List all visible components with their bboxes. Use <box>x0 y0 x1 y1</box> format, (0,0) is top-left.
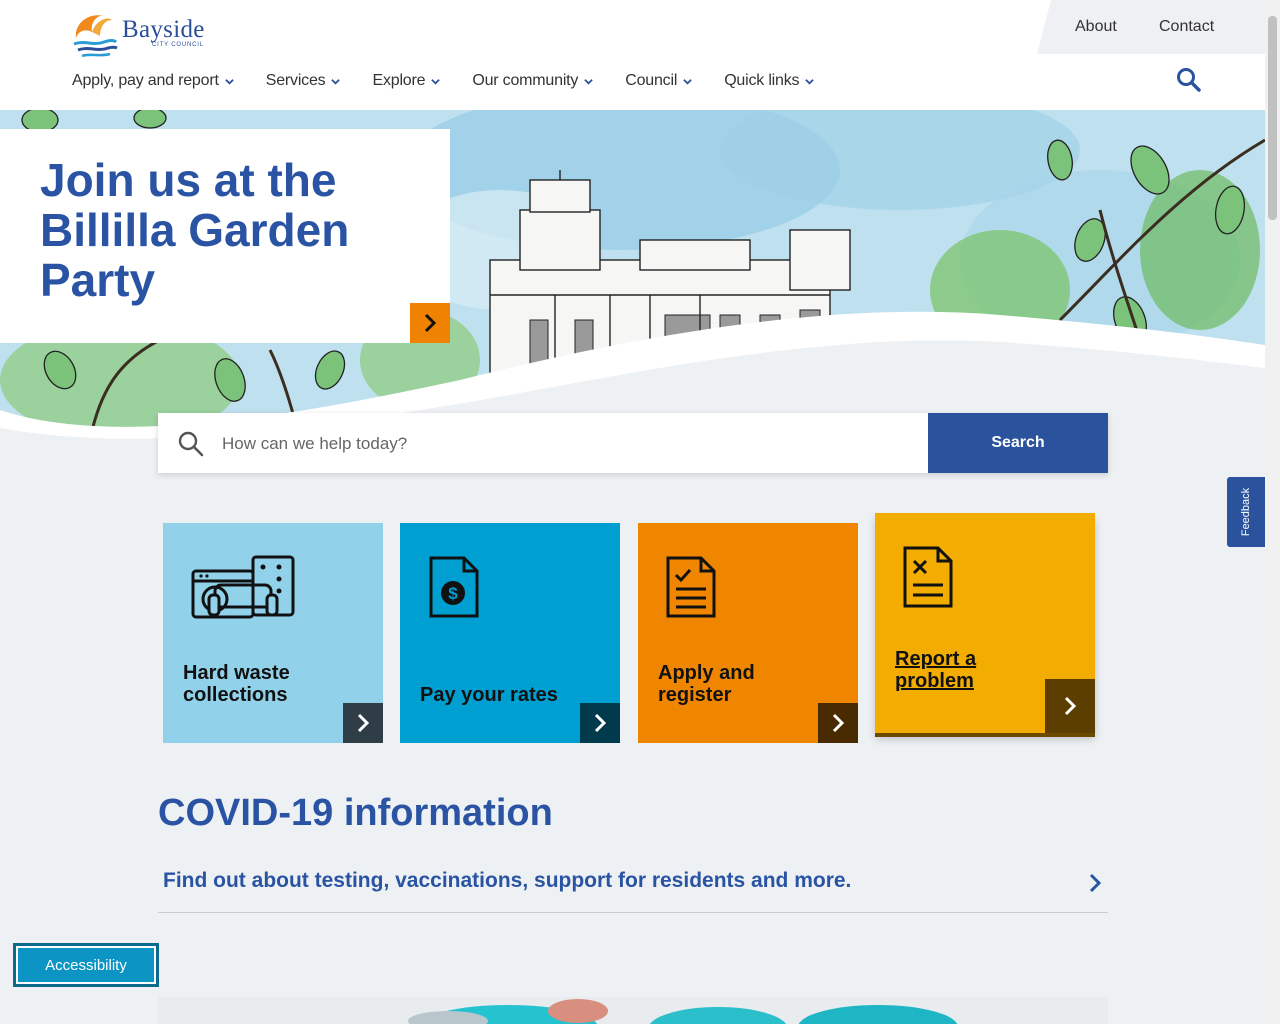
tile-arrow-button <box>1045 679 1095 733</box>
chevron-down-icon <box>431 78 441 85</box>
search-button[interactable]: Search <box>928 413 1108 473</box>
page-scrollbar[interactable] <box>1265 0 1280 1024</box>
tile-label: Apply and register <box>658 662 755 706</box>
nav-label: Apply, pay and report <box>72 72 219 89</box>
nav-our-community[interactable]: Our community <box>472 72 593 90</box>
chevron-right-icon <box>357 713 370 733</box>
tile-report-a-problem[interactable]: Report a problem <box>875 513 1095 733</box>
covid-info-link[interactable]: Find out about testing, vaccinations, su… <box>158 855 1108 913</box>
tile-hard-waste-collections[interactable]: Hard waste collections <box>163 523 383 743</box>
search-input[interactable] <box>220 427 914 461</box>
nav-label: Quick links <box>724 72 800 89</box>
bayside-logo[interactable]: Bayside CITY COUNCIL <box>70 10 230 62</box>
chevron-down-icon <box>224 78 234 85</box>
chevron-down-icon <box>584 78 593 85</box>
logo-subtitle: CITY COUNCIL <box>152 42 204 48</box>
tile-pay-your-rates[interactable]: $ Pay your rates <box>400 523 620 743</box>
svg-text:$: $ <box>448 584 458 603</box>
chevron-down-icon <box>683 78 692 85</box>
main-nav: Apply, pay and report Services Explore O… <box>72 72 846 90</box>
tile-apply-and-register[interactable]: Apply and register <box>638 523 858 743</box>
site-header: Bayside CITY COUNCIL About Contact Apply… <box>0 0 1265 110</box>
hero-card: Join us at the Billilla Garden Party <box>0 129 450 343</box>
search-icon <box>178 431 204 457</box>
scrollbar-thumb[interactable] <box>1268 16 1277 220</box>
feature-image <box>158 997 1108 1024</box>
furniture-appliance-icon <box>191 555 295 619</box>
about-link[interactable]: About <box>1075 18 1117 36</box>
chevron-right-icon <box>594 713 607 733</box>
nav-label: Services <box>265 72 326 89</box>
checklist-document-icon <box>666 556 716 618</box>
tile-arrow-button <box>580 703 620 743</box>
accessibility-button[interactable]: Accessibility <box>13 943 159 987</box>
tile-label: Report a problem <box>895 648 977 692</box>
site-search: Search <box>158 413 1108 473</box>
tile-arrow-button <box>818 703 858 743</box>
chevron-right-icon <box>424 313 437 333</box>
nav-explore[interactable]: Explore <box>372 72 441 90</box>
feedback-tab[interactable]: Feedback <box>1227 477 1265 547</box>
covid-link-text: Find out about testing, vaccinations, su… <box>163 869 852 892</box>
nav-services[interactable]: Services <box>266 72 341 90</box>
tile-label: Pay your rates <box>420 684 558 706</box>
nav-quick-links[interactable]: Quick links <box>724 72 815 90</box>
nav-label: Our community <box>472 72 579 89</box>
chevron-down-icon <box>331 78 341 85</box>
nav-label: Explore <box>372 72 426 89</box>
logo-wordmark: Bayside <box>122 16 205 43</box>
chevron-right-icon <box>1089 873 1102 893</box>
hero-title: Join us at the Billilla Garden Party <box>40 154 350 306</box>
tile-label: Hard waste collections <box>183 662 290 706</box>
contact-link[interactable]: Contact <box>1159 18 1214 36</box>
chevron-down-icon <box>805 78 815 85</box>
feedback-label: Feedback <box>1240 487 1252 537</box>
logo-mark-icon <box>73 15 118 58</box>
nav-council[interactable]: Council <box>625 72 692 90</box>
covid-heading: COVID-19 information <box>158 792 553 834</box>
hero-arrow-button[interactable] <box>410 303 450 343</box>
nav-label: Council <box>625 72 678 89</box>
nav-apply-pay-report[interactable]: Apply, pay and report <box>72 72 234 90</box>
chevron-right-icon <box>1064 696 1077 716</box>
search-icon[interactable] <box>1176 67 1202 93</box>
utility-nav: About Contact <box>1037 0 1265 54</box>
invoice-dollar-icon: $ <box>429 556 479 618</box>
chevron-right-icon <box>832 713 845 733</box>
tile-arrow-button <box>343 703 383 743</box>
people-photo-image <box>158 997 1108 1024</box>
document-cross-icon <box>903 546 953 608</box>
